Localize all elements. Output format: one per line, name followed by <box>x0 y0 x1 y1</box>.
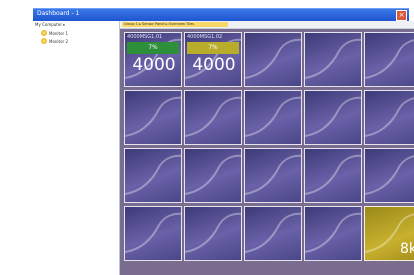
window-titlebar: Dashboard - 1 × <box>33 8 409 21</box>
tile-empty[interactable] <box>364 148 414 203</box>
gold-orb-icon <box>41 30 47 36</box>
tile-empty[interactable] <box>364 90 414 145</box>
tile-percent-badge: 7% <box>127 42 179 54</box>
tile-value: 8k <box>399 241 414 257</box>
tile-empty[interactable] <box>304 206 362 261</box>
tree-root-label[interactable]: My Computer ▸ <box>35 22 65 27</box>
breadcrumb[interactable]: Group 1 ▸ Sensor Panel ▸ Overview Tiles <box>122 22 228 27</box>
tile-empty[interactable] <box>364 32 414 87</box>
tile-empty[interactable] <box>304 90 362 145</box>
breadcrumb-bar: Group 1 ▸ Sensor Panel ▸ Overview Tiles <box>120 21 414 29</box>
tile-percent-badge: 7% <box>187 42 239 54</box>
tile-value: 4000 <box>192 55 236 75</box>
tree-item-label: Monitor 1 <box>49 30 69 36</box>
tile-empty[interactable] <box>124 148 182 203</box>
window-title: Dashboard - 1 <box>37 10 80 17</box>
tile-2[interactable]: 4000MSG1.02 7% 4000 <box>184 32 242 87</box>
tree-item-monitor-1[interactable]: Monitor 1 <box>41 30 68 36</box>
tile-empty[interactable] <box>304 32 362 87</box>
tile-empty[interactable] <box>124 206 182 261</box>
tile-empty[interactable] <box>184 148 242 203</box>
tile-empty[interactable] <box>304 148 362 203</box>
tile-empty[interactable] <box>244 206 302 261</box>
tile-name: 4000MSG1.02 <box>187 34 223 40</box>
tile-empty[interactable] <box>184 206 242 261</box>
gold-orb-icon <box>41 38 47 44</box>
tree-item-label: Monitor 2 <box>49 38 69 44</box>
tile-1[interactable]: 4000MSG1.01 7% 4000 <box>124 32 182 87</box>
tile-alert[interactable]: 8k <box>364 206 414 261</box>
tile-empty[interactable] <box>244 148 302 203</box>
sidebar: My Computer ▸ Monitor 1 Monitor 2 <box>33 21 120 275</box>
tile-value: 4000 <box>132 55 176 75</box>
tile-empty[interactable] <box>184 90 242 145</box>
close-icon[interactable]: × <box>396 10 407 21</box>
tile-empty[interactable] <box>124 90 182 145</box>
tile-empty[interactable] <box>244 90 302 145</box>
tile-grid: Group 1 ▸ Sensor Panel ▸ Overview Tiles … <box>120 21 414 275</box>
tile-name: 4000MSG1.01 <box>127 34 163 40</box>
tile-empty[interactable] <box>244 32 302 87</box>
tree-item-monitor-2[interactable]: Monitor 2 <box>41 38 68 44</box>
